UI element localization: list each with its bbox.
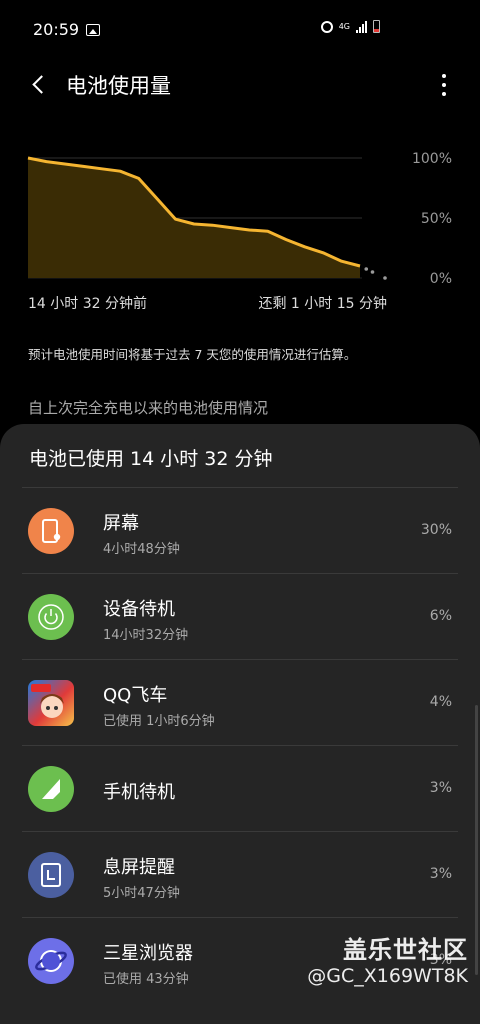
signal-strength-icon: [356, 20, 367, 33]
usage-item-title: 手机待机: [103, 782, 175, 803]
usage-item-percent: 4%: [429, 694, 452, 710]
usage-item-screen[interactable]: 屏幕 4小时48分钟 30%: [22, 487, 458, 573]
network-type: 4G: [338, 21, 350, 31]
page-title: 电池使用量: [66, 74, 171, 98]
usage-item-title: 设备待机: [103, 599, 175, 620]
usage-item-device-idle[interactable]: 设备待机 14小时32分钟 6%: [22, 573, 458, 659]
usage-list: 屏幕 4小时48分钟 30% 设备待机 14小时32分钟 6% QQ飞车 已使用…: [0, 487, 480, 1003]
watermark-title: 盖乐世社区: [343, 936, 468, 964]
chart-projection-point: [383, 276, 387, 280]
samsung-internet-icon: [28, 938, 74, 984]
status-bar: 20:59 4G: [0, 0, 480, 60]
screen-icon: [28, 508, 74, 554]
always-on-display-icon: [28, 852, 74, 898]
watermark-user: @GC_X169WT8K: [307, 965, 468, 987]
status-icons: 4G: [320, 20, 380, 33]
usage-item-title: QQ飞车: [103, 685, 168, 706]
usage-item-detail: 14小时32分钟: [103, 628, 189, 643]
chart-projection-point: [370, 270, 375, 274]
battery-usage-chart: [0, 140, 480, 290]
more-options-button[interactable]: [434, 72, 454, 98]
usage-item-percent: 3%: [429, 866, 452, 882]
usage-heading: 电池已使用 14 小时 32 分钟: [29, 448, 273, 470]
chart-start-label: 14 小时 32 分钟前: [28, 296, 147, 312]
y-tick-label-100: 100%: [411, 151, 452, 167]
usage-item-always-on-display[interactable]: 息屏提醒 5小时47分钟 3%: [22, 831, 458, 917]
gallery-notification-icon: [86, 24, 100, 36]
status-time: 20:59: [33, 20, 80, 39]
back-button[interactable]: [22, 68, 54, 100]
usage-item-title: 三星浏览器: [103, 943, 193, 964]
app-bar: 电池使用量: [0, 58, 480, 110]
more-dot-icon: [442, 92, 446, 96]
chart-projection-point: [364, 267, 369, 271]
scrollbar[interactable]: [475, 705, 478, 975]
usage-item-detail: 4小时48分钟: [103, 542, 180, 557]
more-dot-icon: [442, 83, 446, 87]
chart-end-label: 还剩 1 小时 15 分钟: [258, 296, 387, 312]
usage-item-title: 息屏提醒: [103, 857, 175, 878]
usage-item-title: 屏幕: [103, 513, 139, 534]
usage-item-phone-idle[interactable]: 手机待机 3%: [22, 745, 458, 831]
qq-speed-app-icon: [28, 680, 74, 726]
usage-item-qq-speed[interactable]: QQ飞车 已使用 1小时6分钟 4%: [22, 659, 458, 745]
usage-item-percent: 3%: [429, 780, 452, 796]
y-tick-label-50: 50%: [420, 211, 452, 227]
y-tick-label-0: 0%: [429, 271, 452, 287]
usage-item-detail: 已使用 43分钟: [103, 972, 189, 987]
estimate-note: 预计电池使用时间将基于过去 7 天您的使用情况进行估算。: [28, 347, 357, 362]
usage-item-percent: 30%: [420, 522, 452, 538]
usage-item-detail: 已使用 1小时6分钟: [103, 714, 215, 729]
battery-icon: [373, 20, 380, 33]
power-icon: [28, 594, 74, 640]
usage-item-detail: 5小时47分钟: [103, 886, 180, 901]
back-arrow-icon: [31, 74, 51, 94]
usage-item-percent: 6%: [429, 608, 452, 624]
signal-icon: [28, 766, 74, 812]
section-title: 自上次完全充电以来的电池使用情况: [28, 399, 269, 417]
more-dot-icon: [442, 74, 446, 78]
battery-chart-svg: [27, 156, 387, 280]
alarm-icon: [320, 20, 333, 33]
